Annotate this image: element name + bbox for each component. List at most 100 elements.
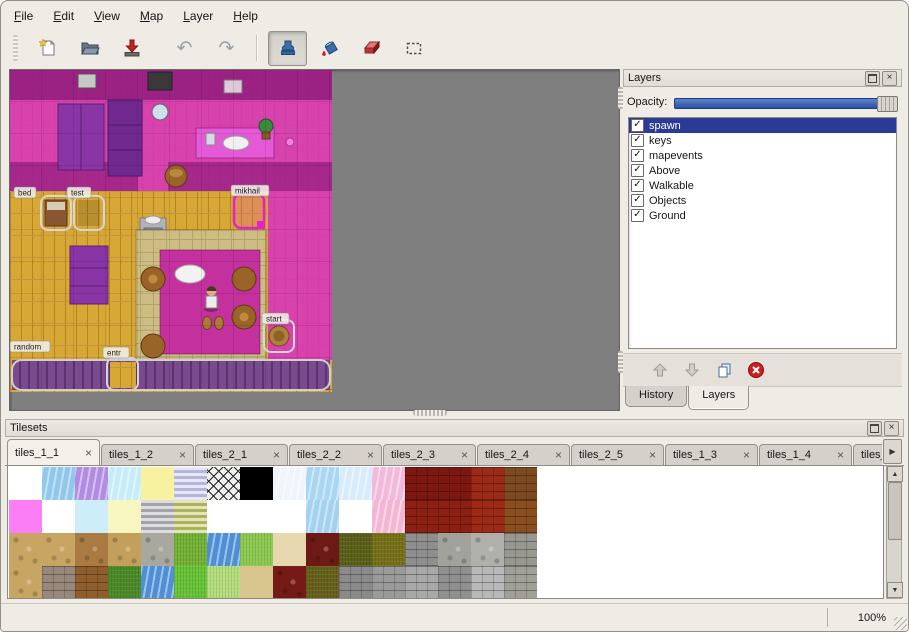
close-tab-icon[interactable]: ×: [367, 449, 374, 461]
tile[interactable]: [9, 467, 42, 500]
tile[interactable]: [240, 467, 273, 500]
new-map-button[interactable]: [28, 31, 67, 66]
tile[interactable]: [504, 566, 537, 599]
tile[interactable]: [207, 566, 240, 599]
tile[interactable]: [141, 566, 174, 599]
close-tab-icon[interactable]: ×: [649, 449, 656, 461]
tile[interactable]: [75, 533, 108, 566]
layer-visible-checkbox[interactable]: ✓: [631, 209, 644, 222]
layer-row-Walkable[interactable]: ✓Walkable: [629, 178, 896, 193]
save-map-button[interactable]: [112, 31, 151, 66]
tile[interactable]: [174, 467, 207, 500]
layer-visible-checkbox[interactable]: ✓: [631, 194, 644, 207]
tile[interactable]: [240, 566, 273, 599]
horizontal-splitter[interactable]: [413, 410, 447, 416]
tile[interactable]: [108, 566, 141, 599]
close-tab-icon[interactable]: ×: [555, 449, 562, 461]
tile[interactable]: [42, 467, 75, 500]
layer-row-mapevents[interactable]: ✓mapevents: [629, 148, 896, 163]
tile[interactable]: [504, 500, 537, 533]
scrollbar-thumb[interactable]: [888, 482, 902, 540]
opacity-slider-handle[interactable]: [877, 96, 898, 112]
close-dock-button[interactable]: ×: [882, 71, 897, 86]
tile[interactable]: [141, 467, 174, 500]
tileset-view[interactable]: [7, 465, 884, 599]
menu-map[interactable]: Map: [131, 7, 172, 25]
tile[interactable]: [141, 533, 174, 566]
tile[interactable]: [207, 533, 240, 566]
tile[interactable]: [75, 566, 108, 599]
map-view[interactable]: bed test mikhail start random entr: [9, 69, 620, 411]
delete-layer-button[interactable]: [743, 357, 769, 383]
tile[interactable]: [306, 467, 339, 500]
tileset-tab-tiles_1_4[interactable]: tiles_1_4×: [759, 444, 852, 465]
layer-row-keys[interactable]: ✓keys: [629, 133, 896, 148]
fill-tool-button[interactable]: [310, 31, 349, 66]
tileset-tab-tiles_2_4[interactable]: tiles_2_4×: [477, 444, 570, 465]
close-tab-icon[interactable]: ×: [85, 447, 92, 459]
tileset-tab-tiles_2_1[interactable]: tiles_2_1×: [195, 444, 288, 465]
tile[interactable]: [75, 500, 108, 533]
tileset-tab-tiles_1_1[interactable]: tiles_1_1×: [7, 439, 100, 465]
tile[interactable]: [438, 566, 471, 599]
float-dock-button[interactable]: [865, 71, 880, 86]
tile[interactable]: [372, 566, 405, 599]
tile[interactable]: [108, 500, 141, 533]
toolbar-drag-handle[interactable]: [13, 35, 18, 61]
tile[interactable]: [306, 533, 339, 566]
menu-help[interactable]: Help: [224, 7, 267, 25]
raise-layer-button[interactable]: [647, 357, 673, 383]
scroll-tabs-right-button[interactable]: ▶: [883, 439, 902, 464]
opacity-slider-track[interactable]: [674, 98, 896, 109]
tab-history[interactable]: History: [625, 386, 687, 407]
tile[interactable]: [75, 467, 108, 500]
tile[interactable]: [42, 500, 75, 533]
tile[interactable]: [174, 500, 207, 533]
open-map-button[interactable]: [70, 31, 109, 66]
tile[interactable]: [339, 500, 372, 533]
tile[interactable]: [405, 467, 438, 500]
menu-file[interactable]: File: [5, 7, 42, 25]
resize-grip[interactable]: [894, 617, 907, 630]
menu-view[interactable]: View: [85, 7, 129, 25]
layer-row-Ground[interactable]: ✓Ground: [629, 208, 896, 223]
tileset-tab-tiles_2_5[interactable]: tiles_2_5×: [571, 444, 664, 465]
close-tab-icon[interactable]: ×: [837, 449, 844, 461]
tile[interactable]: [9, 500, 42, 533]
tileset-tab-tiles_1_3[interactable]: tiles_1_3×: [665, 444, 758, 465]
layer-row-Objects[interactable]: ✓Objects: [629, 193, 896, 208]
tile[interactable]: [207, 500, 240, 533]
layer-visible-checkbox[interactable]: ✓: [631, 149, 644, 162]
tile[interactable]: [438, 500, 471, 533]
tile[interactable]: [405, 566, 438, 599]
scroll-up-button[interactable]: ▲: [887, 466, 903, 482]
tile[interactable]: [207, 467, 240, 500]
tile[interactable]: [471, 467, 504, 500]
layers-list[interactable]: ✓spawn✓keys✓mapevents✓Above✓Walkable✓Obj…: [628, 117, 897, 349]
tile[interactable]: [372, 467, 405, 500]
tile[interactable]: [504, 467, 537, 500]
tile[interactable]: [9, 533, 42, 566]
layer-row-Above[interactable]: ✓Above: [629, 163, 896, 178]
tile[interactable]: [9, 566, 42, 599]
tile[interactable]: [174, 533, 207, 566]
tile[interactable]: [372, 533, 405, 566]
tile[interactable]: [240, 500, 273, 533]
tileset-tab-tiles_2_3[interactable]: tiles_2_3×: [383, 444, 476, 465]
tile[interactable]: [240, 533, 273, 566]
tile[interactable]: [174, 566, 207, 599]
close-tab-icon[interactable]: ×: [273, 449, 280, 461]
tile[interactable]: [42, 566, 75, 599]
lower-layer-button[interactable]: [679, 357, 705, 383]
opacity-slider[interactable]: [674, 95, 898, 110]
menu-layer[interactable]: Layer: [174, 7, 222, 25]
tile[interactable]: [405, 500, 438, 533]
tile[interactable]: [405, 533, 438, 566]
tile[interactable]: [306, 500, 339, 533]
tileset-tab-tiles_1[interactable]: tiles_1×: [853, 444, 882, 465]
tileset-tab-tiles_2_2[interactable]: tiles_2_2×: [289, 444, 382, 465]
tab-layers[interactable]: Layers: [688, 386, 749, 410]
undo-button[interactable]: ↶: [165, 31, 204, 66]
tileset-grid[interactable]: [9, 467, 537, 599]
stamp-tool-button[interactable]: [268, 31, 307, 66]
